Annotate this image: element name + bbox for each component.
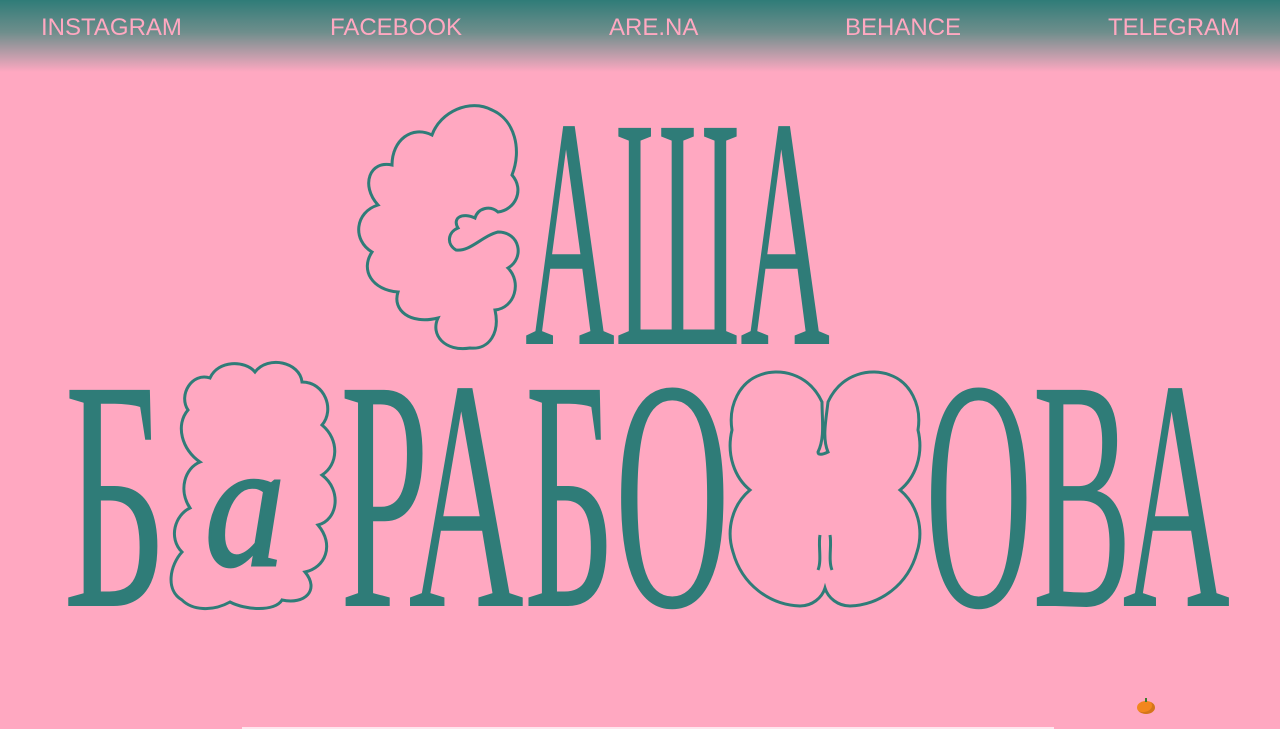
hero-line2-rabo: РАБО	[340, 313, 730, 678]
hero-line2-b: Б	[63, 313, 168, 678]
page: INSTAGRAM FACEBOOK ARE.NA BEHANCE TELEGR…	[0, 0, 1280, 729]
hero-line2-ova: ОВА	[925, 313, 1230, 678]
flower-a-icon: a	[169, 361, 337, 610]
pumpkin-icon	[1137, 698, 1155, 714]
hero-title-svg: АША Б a РАБО ОВА	[63, 51, 1230, 678]
hero-title: АША Б a РАБО ОВА	[0, 0, 1280, 729]
flower-a-letter: a	[205, 405, 285, 604]
